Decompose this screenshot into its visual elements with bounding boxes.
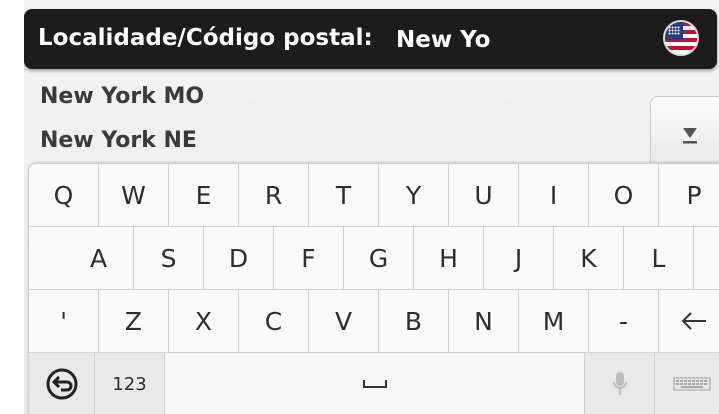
key-n[interactable]: N xyxy=(449,290,519,352)
microphone-icon xyxy=(612,372,627,395)
space-key[interactable] xyxy=(165,353,585,414)
backspace-key[interactable] xyxy=(658,290,719,352)
result-item[interactable]: New York NE xyxy=(40,128,197,153)
back-circle-icon xyxy=(46,368,77,400)
search-bar[interactable]: Localidade/Código postal: New Yo xyxy=(24,9,717,69)
key-l[interactable]: L xyxy=(624,227,694,289)
key-t[interactable]: T xyxy=(309,164,379,226)
keyboard-row-4: 123 xyxy=(29,352,719,414)
key-o[interactable]: O xyxy=(589,164,659,226)
key-m[interactable]: M xyxy=(519,290,589,352)
app-screen: Localidade/Código postal: New Yo New Yor… xyxy=(24,0,719,414)
key-s[interactable]: S xyxy=(134,227,204,289)
back-key[interactable] xyxy=(29,353,95,414)
space-bar-icon xyxy=(362,380,387,388)
key-i[interactable]: I xyxy=(519,164,589,226)
key-p[interactable]: P xyxy=(659,164,719,226)
key-u[interactable]: U xyxy=(449,164,519,226)
key-apostrophe[interactable]: ' xyxy=(29,290,99,352)
numbers-key[interactable]: 123 xyxy=(95,353,165,414)
key-hyphen[interactable]: - xyxy=(589,290,659,352)
key-a[interactable]: A xyxy=(64,227,134,289)
key-d[interactable]: D xyxy=(204,227,274,289)
backspace-arrow-icon xyxy=(681,312,706,330)
keyboard-layout-icon xyxy=(673,377,711,391)
scroll-down-icon xyxy=(683,128,697,144)
key-h[interactable]: H xyxy=(414,227,484,289)
key-w[interactable]: W xyxy=(99,164,169,226)
key-f[interactable]: F xyxy=(274,227,344,289)
on-screen-keyboard: QWERTYUIOP ASDFGHJKL ' Z X C V B N M - 123 xyxy=(28,163,719,414)
keyboard-row-2: ASDFGHJKL xyxy=(29,226,719,289)
key-j[interactable]: J xyxy=(484,227,554,289)
search-label: Localidade/Código postal: xyxy=(38,25,373,51)
result-item[interactable]: New York MO xyxy=(40,84,204,109)
key-g[interactable]: G xyxy=(344,227,414,289)
keyboard-row-3: ' Z X C V B N M - xyxy=(29,289,719,352)
flag-canton xyxy=(665,22,683,40)
key-v[interactable]: V xyxy=(309,290,379,352)
key-x[interactable]: X xyxy=(169,290,239,352)
key-y[interactable]: Y xyxy=(379,164,449,226)
key-k[interactable]: K xyxy=(554,227,624,289)
key-r[interactable]: R xyxy=(239,164,309,226)
key-e[interactable]: E xyxy=(169,164,239,226)
keyboard-row-1: QWERTYUIOP xyxy=(29,164,719,226)
search-input[interactable]: New Yo xyxy=(396,27,490,53)
key-b[interactable]: B xyxy=(379,290,449,352)
key-q[interactable]: Q xyxy=(29,164,99,226)
us-flag-icon[interactable] xyxy=(663,20,699,56)
keyboard-layout-key[interactable] xyxy=(655,353,719,414)
key-c[interactable]: C xyxy=(239,290,309,352)
microphone-key[interactable] xyxy=(585,353,655,414)
key-z[interactable]: Z xyxy=(99,290,169,352)
